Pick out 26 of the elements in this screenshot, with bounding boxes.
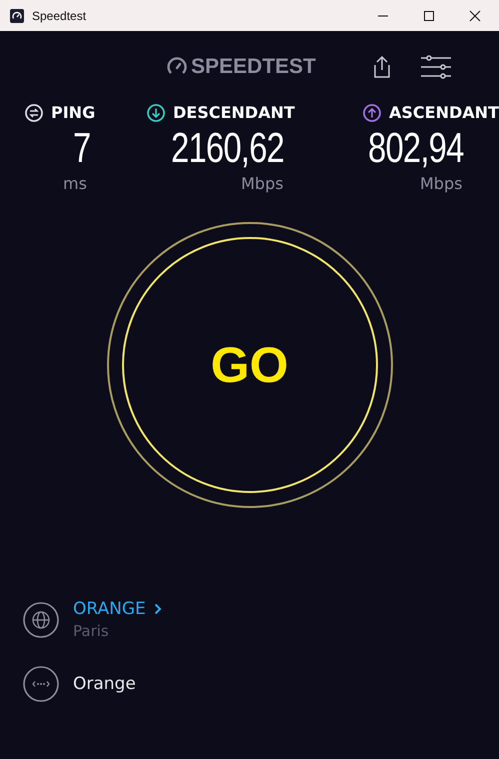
metric-unit: Mbps (420, 174, 464, 193)
download-icon (147, 104, 165, 122)
go-button[interactable]: GO (106, 221, 394, 509)
share-icon[interactable] (372, 55, 392, 79)
metric-unit: ms (63, 174, 87, 193)
window-title: Speedtest (32, 8, 86, 22)
logo-text: SPEEDTEST (191, 55, 316, 79)
metric-label: ASCENDANT (389, 103, 499, 122)
connection-icon (23, 666, 59, 702)
chevron-icon (154, 603, 162, 615)
metric-unit: Mbps (241, 174, 284, 193)
connection-name: Orange (73, 674, 136, 694)
settings-icon[interactable] (420, 55, 451, 79)
globe-icon (23, 602, 59, 638)
metric-label: PING (51, 103, 96, 122)
metric-value: 2160,62 (171, 123, 285, 173)
upload-icon (363, 104, 381, 122)
metric-label: DESCENDANT (173, 103, 295, 122)
ping-icon (25, 104, 43, 122)
metric-value: 802,94 (368, 123, 465, 173)
app-icon (10, 8, 24, 22)
server-location: Paris (73, 622, 110, 640)
close-icon[interactable] (469, 10, 481, 22)
metric-value: 7 (73, 123, 90, 173)
maximize-icon[interactable] (423, 10, 435, 22)
provider-link[interactable]: ORANGE (73, 599, 162, 619)
